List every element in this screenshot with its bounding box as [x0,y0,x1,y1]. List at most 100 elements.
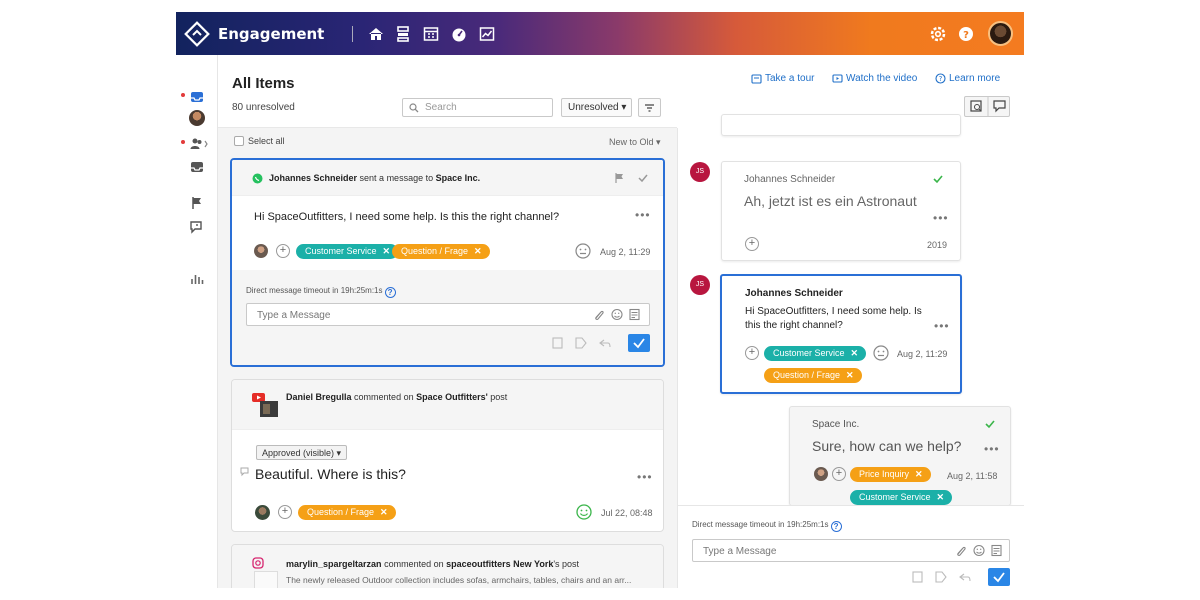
check-icon[interactable] [637,172,649,184]
comment-icon [240,467,249,477]
search-view-icon [970,100,982,112]
app-window: Engagement ? All Items 80 unresolved Sea… [176,12,1024,588]
settings-icon[interactable] [928,24,948,44]
assignee-avatar[interactable] [254,244,268,258]
check-icon [985,420,995,429]
remove-tag-icon: ✕ [846,370,854,380]
assignee-avatar[interactable] [255,505,270,520]
status-filter-dropdown[interactable]: Unresolved ▾ [561,98,632,117]
tag-question-frage[interactable]: Question / Frage ✕ [392,244,490,259]
user-avatar[interactable] [988,21,1013,46]
emoji-icon [611,308,623,321]
search-input[interactable]: Search [402,98,553,117]
comment-text: Beautiful. Where is this? [255,466,406,482]
approval-status-dropdown[interactable]: Approved (visible) ▾ [256,445,348,460]
more-options-icon[interactable]: ••• [934,319,950,333]
sort-dropdown[interactable]: New to Old ▾ [609,137,661,148]
item-card[interactable]: Daniel Bregulla commented on Space Outfi… [231,379,664,532]
comments-icon[interactable] [189,219,205,235]
sentiment-positive-icon[interactable] [576,504,592,520]
remove-tag-icon: ✕ [474,246,482,256]
tag-question-frage[interactable]: Question / Frage ✕ [764,368,862,383]
check-icon [633,338,645,349]
remove-tag-icon: ✕ [380,507,388,517]
item-header: Daniel Bregulla commented on Space Outfi… [286,392,508,402]
tag-customer-service[interactable]: Customer Service ✕ [764,346,867,361]
tag-question-frage[interactable]: Question / Frage ✕ [298,505,396,520]
more-options-icon[interactable]: ••• [984,442,1000,456]
message-bubble[interactable]: Johannes Schneider Ah, jetzt ist es ein … [721,161,961,261]
reply-icon [599,339,611,348]
caret-down-icon: ▾ [656,137,661,147]
flag-icon[interactable] [189,195,205,211]
sentiment-neutral-icon[interactable] [575,243,591,259]
more-options-icon[interactable]: ••• [933,211,949,225]
profile-avatar[interactable] [189,110,205,126]
select-all-checkbox[interactable]: Select all [234,136,285,146]
home-icon[interactable] [367,25,385,43]
post-thumbnail [254,571,278,588]
calendar-icon[interactable] [422,25,440,43]
top-bar: Engagement ? [176,12,1024,55]
message-bubble-outgoing[interactable]: Space Inc. Sure, how can we help? ••• + … [789,406,1011,506]
send-button[interactable] [988,568,1010,586]
analytics-icon[interactable] [189,270,205,286]
unread-dot [181,140,185,144]
more-options-icon[interactable]: ••• [635,208,651,222]
add-tag-button[interactable]: + [278,505,292,519]
archive-inbox-icon[interactable] [189,159,205,175]
reply-input[interactable]: Type a Message [246,303,650,326]
item-header: marylin_spargeltarzan commented on space… [286,559,580,569]
left-sidebar [176,55,218,588]
tag-customer-service[interactable]: Customer Service ✕ [296,244,399,259]
filter-button[interactable] [638,98,661,117]
reports-icon[interactable] [478,25,496,43]
unread-dot [181,93,185,97]
help-icon: ? [830,521,842,532]
add-tag-button[interactable]: + [276,244,290,258]
whatsapp-icon [252,173,263,184]
more-options-icon[interactable]: ••• [637,470,653,484]
timestamp: Jul 22, 08:48 [601,508,653,518]
check-icon [993,572,1005,583]
help-icon[interactable]: ? [956,24,976,44]
dashboard-icon[interactable] [450,25,468,43]
reply-area: Direct message timeout in 19h:25m:1s? Ty… [678,505,1024,588]
item-card-selected[interactable]: Johannes Schneider sent a message to Spa… [230,158,665,367]
flag-icon[interactable] [613,172,625,184]
view-toggle[interactable] [964,96,1010,117]
take-tour-link[interactable]: Take a tour [751,73,814,84]
attach-icon [957,546,966,556]
filter-icon [645,104,654,112]
inbox-icon[interactable] [189,89,205,105]
add-tag-button[interactable]: + [832,467,846,481]
message-bubble [721,114,961,136]
logo-icon[interactable] [184,21,210,47]
add-tag-button[interactable]: + [745,346,759,360]
post-preview: The newly released Outdoor collection in… [286,575,632,585]
timeout-notice: Direct message timeout in 19h:25m:1s? [692,520,842,532]
inbox-stack-icon[interactable] [394,25,412,43]
tag-price-inquiry[interactable]: Price Inquiry ✕ [850,467,931,482]
help-icon: ? [384,287,396,298]
svg-text:?: ? [939,75,943,83]
attach-icon [595,310,604,320]
watch-video-link[interactable]: Watch the video [832,73,917,84]
tour-icon [751,74,762,84]
svg-text:?: ? [963,30,969,41]
remove-tag-icon: ✕ [382,246,391,256]
emoji-icon [973,544,985,557]
message-bubble-selected[interactable]: Johannes Schneider Hi SpaceOutfitters, I… [720,274,962,394]
tag-customer-service[interactable]: Customer Service ✕ [850,490,953,505]
sentiment-neutral-icon[interactable] [873,345,889,361]
users-icon[interactable] [189,136,211,152]
template-icon [629,308,640,321]
add-tag-button[interactable]: + [745,237,759,251]
note-icon [552,337,563,349]
unresolved-count: 80 unresolved [232,102,295,113]
template-icon [991,544,1002,557]
item-card[interactable]: marylin_spargeltarzan commented on space… [231,544,664,588]
send-button[interactable] [628,334,650,352]
checkbox[interactable] [234,136,244,146]
learn-more-link[interactable]: ? Learn more [935,73,1000,84]
